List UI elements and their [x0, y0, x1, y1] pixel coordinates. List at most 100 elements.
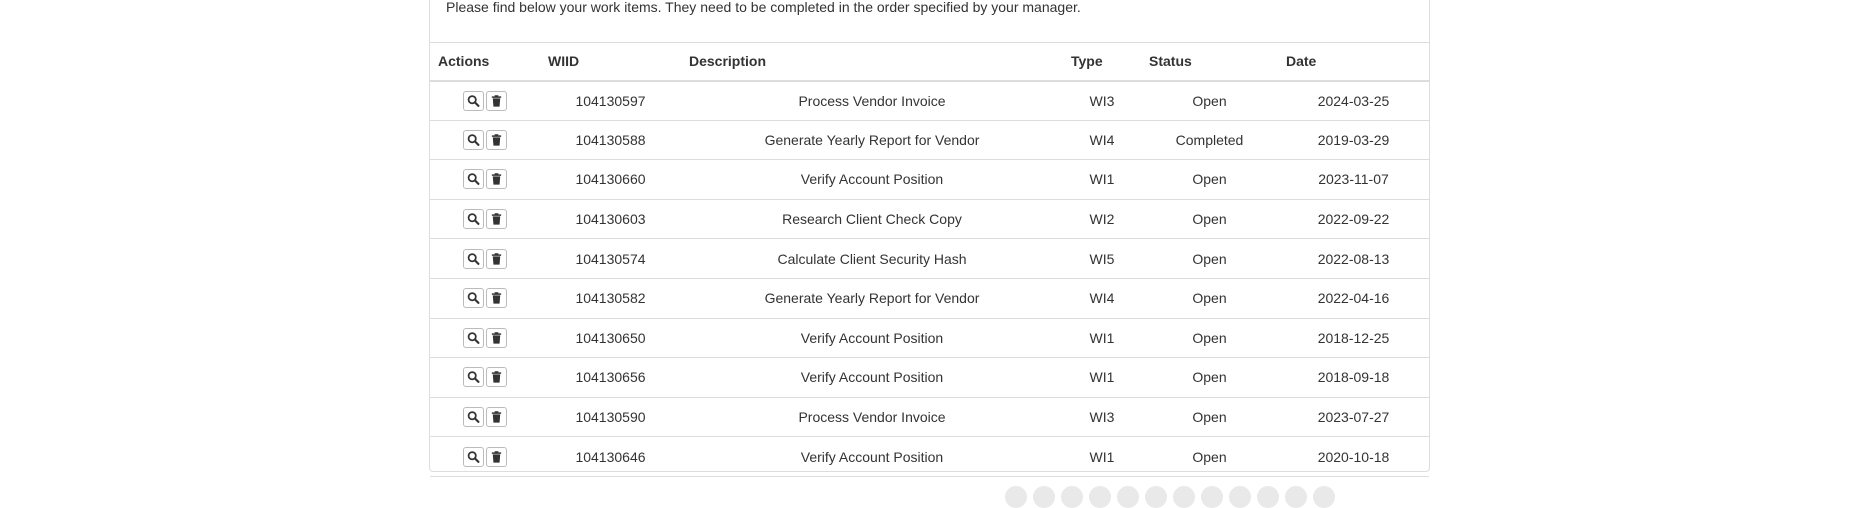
column-header-wiid[interactable]: WIID [540, 42, 681, 82]
row-actions [430, 119, 540, 160]
pagination-page[interactable] [1285, 486, 1307, 508]
column-header-status[interactable]: Status [1141, 42, 1278, 82]
pagination-page[interactable] [1257, 486, 1279, 508]
row-actions [430, 436, 540, 477]
cell-wiid: 104130574 [540, 238, 681, 279]
cell-description: Calculate Client Security Hash [681, 238, 1063, 279]
row-actions [430, 81, 540, 121]
view-button[interactable] [463, 327, 484, 348]
cell-wiid: 104130646 [540, 436, 681, 477]
pagination-page[interactable] [1117, 486, 1139, 508]
cell-description: Research Client Check Copy [681, 198, 1063, 239]
pagination-page[interactable] [1033, 486, 1055, 508]
pagination-page[interactable] [1145, 486, 1167, 508]
delete-button[interactable] [486, 248, 507, 269]
table-row: 104130597 Process Vendor Invoice WI3 Open 20… [430, 81, 1429, 121]
pagination-page[interactable] [1201, 486, 1223, 508]
pagination-page[interactable] [1173, 486, 1195, 508]
view-button[interactable] [463, 209, 484, 230]
cell-date: 2018-09-18 [1278, 357, 1429, 398]
cell-description: Verify Account Position [681, 317, 1063, 358]
row-actions [430, 277, 540, 319]
cell-status: Open [1141, 238, 1278, 279]
table-row: 104130646 Verify Account Position WI1 Open 2… [430, 436, 1429, 477]
delete-button[interactable] [486, 407, 507, 428]
pagination-page[interactable] [1089, 486, 1111, 508]
cell-status: Open [1141, 317, 1278, 358]
cell-wiid: 104130590 [540, 396, 681, 437]
table-row: 104130590 Process Vendor Invoice WI3 Open 20… [430, 396, 1429, 437]
delete-button[interactable] [486, 90, 507, 111]
cell-status: Open [1141, 198, 1278, 239]
table-row: 104130660 Verify Account Position WI1 Open 2… [430, 159, 1429, 200]
cell-description: Process Vendor Invoice [798, 92, 946, 109]
cell-wiid: 104130660 [540, 159, 681, 200]
cell-type: WI5 [1063, 238, 1141, 279]
view-button[interactable] [463, 129, 484, 150]
row-actions [430, 317, 540, 358]
cell-type: WI1 [1063, 159, 1141, 200]
view-button[interactable] [463, 446, 484, 467]
cell-description: Generate Yearly Report for Vendor [681, 119, 1063, 160]
view-button[interactable] [463, 288, 484, 309]
table-row: 104130582 Generate Yearly Report for Vend… [430, 277, 1429, 319]
cell-status: Open [1192, 92, 1227, 109]
row-actions [430, 198, 540, 239]
cell-status: Completed [1141, 119, 1278, 160]
table-row: 104130656 Verify Account Position WI1 Open 2… [430, 357, 1429, 398]
intro-text: Please find below your work items. They … [446, 0, 1081, 15]
cell-type: WI3 [1063, 396, 1141, 437]
cell-date: 2023-07-27 [1278, 396, 1429, 437]
column-header-date[interactable]: Date [1278, 42, 1429, 82]
row-actions [430, 238, 540, 279]
cell-wiid: 104130597 [575, 92, 646, 109]
cell-wiid: 104130588 [540, 119, 681, 160]
table-row: 104130574 Calculate Client Security Hash W… [430, 238, 1429, 279]
cell-date: 2020-10-18 [1278, 436, 1429, 477]
cell-date: 2022-04-16 [1278, 277, 1429, 319]
delete-button[interactable] [486, 446, 507, 467]
delete-button[interactable] [486, 288, 507, 309]
pagination-prev[interactable] [1005, 486, 1027, 508]
pagination-page[interactable] [1061, 486, 1083, 508]
view-button[interactable] [463, 248, 484, 269]
cell-date: 2023-11-07 [1278, 159, 1429, 200]
view-button[interactable] [463, 407, 484, 428]
pagination-page[interactable] [1229, 486, 1251, 508]
delete-button[interactable] [486, 169, 507, 190]
table-row: 104130603 Research Client Check Copy WI2 Op… [430, 198, 1429, 239]
delete-button[interactable] [486, 129, 507, 150]
delete-button[interactable] [486, 209, 507, 230]
cell-date: 2022-08-13 [1278, 238, 1429, 279]
cell-date: 2018-12-25 [1278, 317, 1429, 358]
cell-description: Generate Yearly Report for Vendor [681, 277, 1063, 319]
cell-wiid: 104130582 [540, 277, 681, 319]
column-header-actions: Actions [430, 42, 540, 82]
row-actions [430, 159, 540, 200]
view-button[interactable] [463, 90, 484, 111]
pagination-next[interactable] [1313, 486, 1335, 508]
row-actions [430, 357, 540, 398]
view-button[interactable] [463, 367, 484, 388]
cell-type: WI3 [1089, 92, 1115, 109]
cell-description: Verify Account Position [681, 159, 1063, 200]
cell-type: WI4 [1063, 119, 1141, 160]
table-row: 104130588 Generate Yearly Report for Vend… [430, 119, 1429, 160]
view-button[interactable] [463, 169, 484, 190]
delete-button[interactable] [486, 327, 507, 348]
delete-button[interactable] [486, 367, 507, 388]
cell-description: Verify Account Position [681, 357, 1063, 398]
cell-type: WI1 [1063, 357, 1141, 398]
cell-status: Open [1141, 159, 1278, 200]
column-header-description[interactable]: Description [681, 42, 1063, 82]
cell-status: Open [1141, 357, 1278, 398]
cell-wiid: 104130656 [540, 357, 681, 398]
table-row: 104130650 Verify Account Position WI1 Open 2… [430, 317, 1429, 358]
pagination [1005, 486, 1335, 508]
cell-type: WI2 [1063, 198, 1141, 239]
cell-date: 2022-09-22 [1278, 198, 1429, 239]
cell-type: WI1 [1063, 436, 1141, 477]
column-header-type[interactable]: Type [1063, 42, 1141, 82]
cell-date: 2019-03-29 [1278, 119, 1429, 160]
cell-date: 2024-03-25 [1317, 92, 1390, 109]
